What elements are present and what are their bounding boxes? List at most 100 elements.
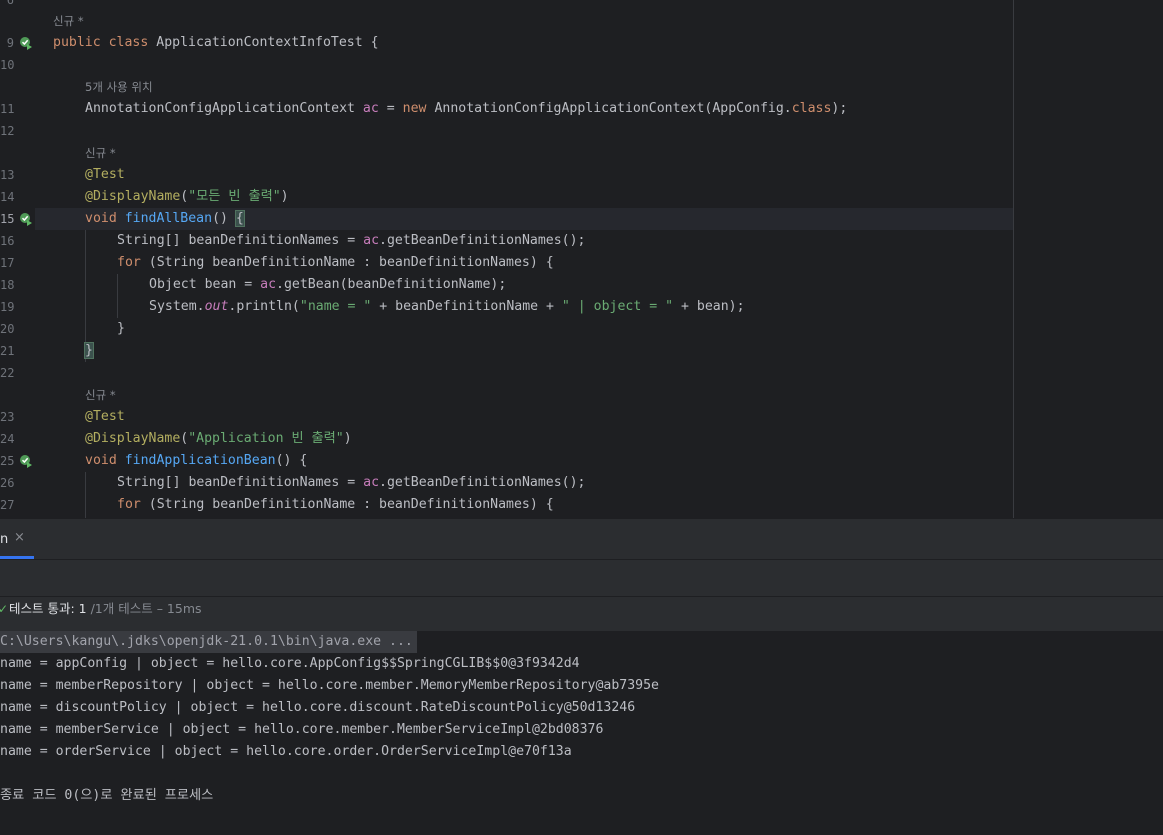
code-line[interactable]: String[] beanDefinitionNames = ac.getBea… bbox=[117, 230, 1013, 252]
keyword: for bbox=[117, 497, 141, 512]
code-text: .getBean(beanDefinitionName); bbox=[276, 277, 507, 292]
line-number: 20 bbox=[0, 322, 15, 336]
indent-guide bbox=[117, 274, 118, 318]
type: AnnotationConfigApplicationContext bbox=[85, 101, 355, 116]
punct: () { bbox=[275, 453, 308, 468]
code-text: + beanDefinitionName + bbox=[371, 299, 562, 314]
status-label: 테스트 통과: bbox=[9, 601, 79, 616]
code-line[interactable]: } bbox=[84, 340, 1013, 362]
run-tab-label[interactable]: n bbox=[0, 532, 8, 547]
keyword: void bbox=[85, 211, 117, 226]
run-test-icon[interactable] bbox=[19, 212, 33, 226]
code-line[interactable]: } bbox=[117, 318, 1013, 340]
keyword: new bbox=[402, 101, 427, 116]
code-line[interactable]: public class ApplicationContextInfoTest … bbox=[53, 32, 1013, 54]
code-text: String[] beanDefinitionNames = bbox=[117, 233, 364, 248]
code-text: .getBeanDefinitionNames(); bbox=[379, 475, 586, 490]
field: ac bbox=[363, 233, 380, 248]
line-number: 12 bbox=[0, 124, 15, 138]
run-tab-bar: n × bbox=[0, 518, 1163, 559]
line-number: 10 bbox=[0, 58, 15, 72]
brace: } bbox=[117, 321, 125, 336]
console-line: name = memberService | object = hello.co… bbox=[0, 722, 604, 737]
console-line: name = memberRepository | object = hello… bbox=[0, 678, 659, 693]
inlay-hint[interactable]: 신규 * bbox=[85, 384, 116, 406]
code-line[interactable]: @DisplayName("모든 빈 출력") bbox=[85, 186, 1013, 208]
code-text: .println( bbox=[228, 299, 300, 314]
brace-match: } bbox=[84, 342, 94, 359]
line-number: 9 bbox=[6, 36, 14, 50]
code-line[interactable]: for (String beanDefinitionName : beanDef… bbox=[117, 494, 1013, 516]
method-name: findApplicationBean bbox=[124, 453, 276, 468]
code-line[interactable]: @DisplayName("Application 빈 출력") bbox=[85, 428, 1013, 450]
code-line[interactable]: void findAllBean() { bbox=[85, 208, 1013, 230]
punct: () bbox=[212, 211, 228, 226]
brace: { bbox=[370, 35, 379, 50]
line-number: 22 bbox=[0, 366, 15, 380]
inlay-hint[interactable]: 신규 * bbox=[85, 142, 116, 164]
close-icon[interactable]: × bbox=[14, 530, 25, 545]
string: "Application 빈 출력" bbox=[188, 431, 344, 446]
operator: = bbox=[386, 101, 395, 116]
code-line[interactable]: AnnotationConfigApplicationContext ac = … bbox=[85, 98, 1013, 120]
line-number: 11 bbox=[0, 102, 15, 116]
line-number: 25 bbox=[0, 454, 15, 468]
annotation: @Test bbox=[85, 409, 125, 424]
right-margin-guide bbox=[1013, 0, 1014, 518]
console-command[interactable]: C:\Users\kangu\.jdks\openjdk-21.0.1\bin\… bbox=[0, 631, 417, 653]
field: ac bbox=[260, 277, 277, 292]
code-line[interactable]: String[] beanDefinitionNames = ac.getBea… bbox=[117, 472, 1013, 494]
code-text: (String beanDefinitionName : beanDefinit… bbox=[140, 255, 554, 270]
punct: ) bbox=[343, 431, 352, 446]
test-status-text: 테스트 통과: 1 /1개 테스트 – 15ms bbox=[9, 597, 202, 621]
code-line[interactable]: @Test bbox=[85, 164, 1013, 186]
code-line[interactable]: Object bean = ac.getBean(beanDefinitionN… bbox=[149, 274, 1013, 296]
line-number: 26 bbox=[0, 476, 15, 490]
code-text: .getBeanDefinitionNames(); bbox=[379, 233, 586, 248]
console-output[interactable]: C:\Users\kangu\.jdks\openjdk-21.0.1\bin\… bbox=[0, 631, 1163, 835]
code-line[interactable]: for (String beanDefinitionName : beanDef… bbox=[117, 252, 1013, 274]
constructor-call: AnnotationConfigApplicationContext(AppCo… bbox=[434, 101, 792, 116]
indent-guide bbox=[85, 472, 86, 518]
line-number: 16 bbox=[0, 234, 15, 248]
string: "모든 빈 출력" bbox=[188, 189, 281, 204]
code-text: System. bbox=[149, 299, 205, 314]
field: ac bbox=[363, 475, 380, 490]
line-number: 24 bbox=[0, 432, 15, 446]
keyword: for bbox=[117, 255, 141, 270]
console-exit-message: 종료 코드 0(으)로 완료된 프로세스 bbox=[0, 788, 214, 803]
line-number: 27 bbox=[0, 498, 15, 512]
line-number: 15 bbox=[0, 212, 15, 226]
keyword: public bbox=[53, 35, 101, 50]
keyword: class bbox=[108, 35, 149, 50]
test-status-bar: ✓ 테스트 통과: 1 /1개 테스트 – 15ms bbox=[0, 596, 1163, 632]
code-line[interactable]: @Test bbox=[85, 406, 1013, 428]
string: " | object = " bbox=[561, 299, 674, 314]
inlay-hint-usages[interactable]: 5개 사용 위치 bbox=[85, 76, 153, 98]
check-icon: ✓ bbox=[0, 602, 9, 616]
line-number: 19 bbox=[0, 300, 15, 314]
run-test-icon[interactable] bbox=[19, 36, 33, 50]
code-text: + bean); bbox=[673, 299, 745, 314]
line-number: 14 bbox=[0, 190, 15, 204]
inlay-hint[interactable]: 신규 * bbox=[53, 10, 84, 32]
punct: ); bbox=[831, 101, 848, 116]
code-editor[interactable]: 6 9 10 11 12 13 14 15 16 17 18 19 20 21 … bbox=[0, 0, 1163, 518]
console-line: name = appConfig | object = hello.core.A… bbox=[0, 656, 580, 671]
console-line: name = orderService | object = hello.cor… bbox=[0, 744, 572, 759]
keyword: void bbox=[85, 453, 117, 468]
code-line[interactable]: void findApplicationBean() { bbox=[85, 450, 1013, 472]
run-test-icon[interactable] bbox=[19, 454, 33, 468]
line-number: 6 bbox=[6, 0, 14, 7]
line-number: 23 bbox=[0, 410, 15, 424]
run-toolbar bbox=[0, 559, 1163, 596]
brace-match: { bbox=[234, 210, 245, 227]
static-field: out bbox=[204, 299, 229, 314]
code-line[interactable]: System.out.println("name = " + beanDefin… bbox=[149, 296, 1013, 318]
string: "name = " bbox=[299, 299, 372, 314]
console-line: name = discountPolicy | object = hello.c… bbox=[0, 700, 636, 715]
annotation: @DisplayName bbox=[85, 189, 181, 204]
field: ac bbox=[362, 101, 379, 116]
code-text: (String beanDefinitionName : beanDefinit… bbox=[140, 497, 554, 512]
annotation: @DisplayName bbox=[85, 431, 181, 446]
